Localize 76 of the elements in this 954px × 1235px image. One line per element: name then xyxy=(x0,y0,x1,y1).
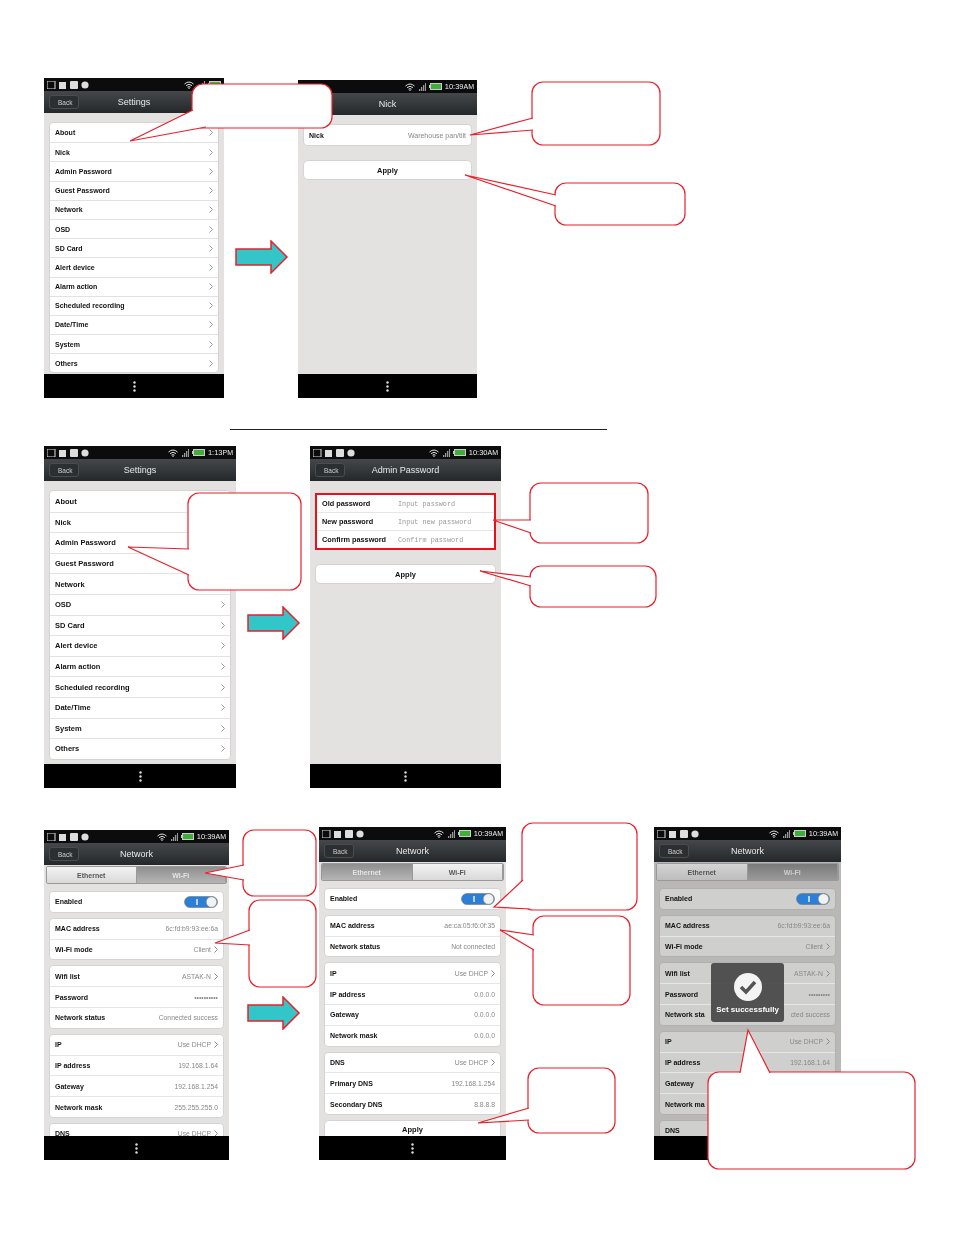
battery-icon xyxy=(792,830,806,837)
signal-icon xyxy=(441,448,450,457)
screen-title: Settings xyxy=(117,97,151,107)
screen-title: Settings xyxy=(123,465,157,475)
signal-icon xyxy=(781,829,790,838)
battery-icon xyxy=(191,449,205,456)
signal-icon xyxy=(417,82,426,91)
chevron-icon xyxy=(221,601,225,609)
chevron-icon xyxy=(209,244,213,252)
toggle-switch[interactable] xyxy=(184,895,218,908)
wifi-icon xyxy=(768,829,779,838)
battery-icon xyxy=(428,83,442,90)
menu-icon[interactable] xyxy=(135,1142,138,1154)
chevron-icon xyxy=(209,321,213,329)
wifi-icon xyxy=(433,829,444,838)
notification-icons-drawing xyxy=(47,832,91,841)
chevron-icon xyxy=(491,1058,495,1066)
wifi-icon xyxy=(156,832,167,841)
chevron-icon xyxy=(214,1130,218,1136)
toast-message: Set successfully xyxy=(716,1004,779,1014)
chevron-icon xyxy=(221,663,225,671)
chevron-icon xyxy=(826,1038,830,1046)
signal-icon xyxy=(446,829,455,838)
chevron-icon xyxy=(826,943,830,950)
chevron-icon xyxy=(214,972,218,980)
chevron-icon xyxy=(221,621,225,629)
chevron-icon xyxy=(209,167,213,175)
menu-icon[interactable] xyxy=(411,1142,414,1154)
chevron-icon xyxy=(221,642,225,650)
wifi-icon xyxy=(167,448,178,457)
signal-icon xyxy=(169,832,178,841)
screen-title: Network xyxy=(731,846,764,856)
wifi-icon xyxy=(184,80,194,89)
chevron-icon xyxy=(221,683,225,691)
chevron-icon xyxy=(209,302,213,310)
chevron-icon xyxy=(209,340,213,348)
notification-icons-drawing xyxy=(47,448,91,457)
notification-icons-drawing xyxy=(322,829,366,838)
right-arrow xyxy=(235,240,289,274)
notification-icons-drawing xyxy=(313,448,357,457)
chevron-icon xyxy=(209,263,213,271)
toggle-switch[interactable] xyxy=(461,892,495,905)
wifi-icon xyxy=(404,82,415,91)
chevron-icon xyxy=(209,359,213,367)
signal-icon xyxy=(180,448,189,457)
screen-title: Network xyxy=(120,849,153,859)
notification-icons-drawing xyxy=(47,80,91,89)
chevron-icon xyxy=(826,969,830,977)
chevron-icon xyxy=(221,704,225,712)
chevron-icon xyxy=(209,187,213,195)
chevron-icon xyxy=(209,148,213,156)
menu-icon[interactable] xyxy=(386,380,389,392)
wifi-icon xyxy=(428,448,439,457)
battery-icon xyxy=(457,830,471,837)
chevron-icon xyxy=(214,1041,218,1049)
chevron-icon xyxy=(221,745,225,753)
screen-title: Admin Password xyxy=(371,465,440,475)
right-arrow xyxy=(247,606,301,640)
battery-icon xyxy=(452,449,466,456)
chevron-icon xyxy=(221,724,225,732)
screen-title: Nick xyxy=(378,99,397,109)
screen-title: Network xyxy=(396,846,429,856)
chevron-icon xyxy=(491,969,495,977)
chevron-icon xyxy=(209,206,213,214)
chevron-icon xyxy=(214,946,218,953)
chevron-icon xyxy=(209,283,213,291)
chevron-icon xyxy=(209,129,213,137)
toggle-switch[interactable] xyxy=(796,892,830,905)
menu-icon[interactable] xyxy=(138,770,142,782)
battery-icon xyxy=(180,833,194,840)
chevron-icon xyxy=(209,225,213,233)
right-arrow xyxy=(247,996,301,1030)
notification-icons-drawing xyxy=(657,829,701,838)
menu-icon[interactable] xyxy=(404,770,407,782)
menu-icon[interactable] xyxy=(132,380,136,392)
check-icon xyxy=(732,971,763,1002)
